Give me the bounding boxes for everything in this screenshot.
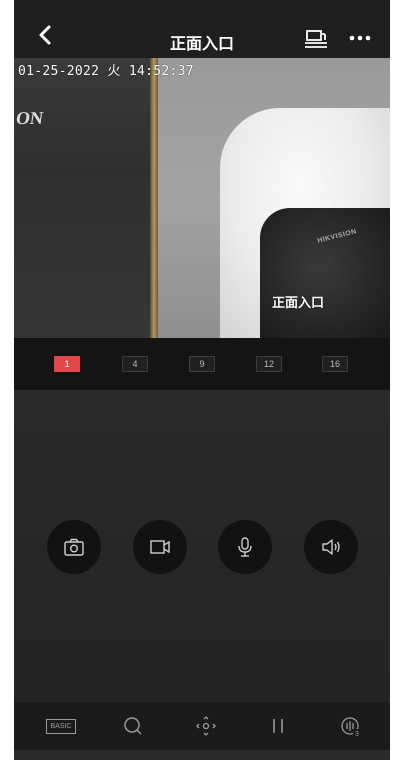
window-split-selector: 1 4 9 12 16 [14, 338, 390, 390]
split-option-12[interactable]: 12 [256, 356, 282, 372]
split-option-1[interactable]: 1 [54, 356, 80, 372]
more-button[interactable] [348, 30, 372, 44]
phone-screen: 正面入口 HIKVISION ON 01-25-2022 火 14:52:37 … [14, 0, 390, 760]
audio-channel-button[interactable]: 3 [338, 714, 364, 738]
controls-panel [14, 390, 390, 702]
split-option-16[interactable]: 16 [322, 356, 348, 372]
osd-channel-name: 正面入口 [272, 296, 325, 311]
more-dots-icon [349, 35, 371, 41]
multiscreen-icon [305, 30, 327, 48]
page-title: 正面入口 [169, 34, 234, 53]
microphone-icon [238, 537, 252, 557]
snapshot-button[interactable] [47, 520, 101, 574]
header-bar: 正面入口 [14, 0, 390, 58]
ptz-icon [196, 716, 216, 736]
split-option-4[interactable]: 4 [122, 356, 148, 372]
speaker-icon [322, 539, 340, 555]
pause-icon [273, 719, 283, 733]
camera-dome [260, 208, 390, 338]
search-icon [124, 717, 142, 735]
basic-quality-button[interactable]: BASIC [46, 719, 76, 734]
audio-button[interactable] [304, 520, 358, 574]
talk-button[interactable] [218, 520, 272, 574]
camera-snapshot-icon [64, 538, 84, 556]
bottom-toolbar: BASIC 3 [14, 702, 390, 750]
search-button[interactable] [121, 714, 145, 738]
multiscreen-button[interactable] [304, 28, 328, 50]
bottom-strip [14, 750, 390, 760]
pause-button[interactable] [266, 714, 290, 738]
record-button[interactable] [133, 520, 187, 574]
video-pole [150, 58, 158, 338]
live-video-view[interactable]: HIKVISION ON 01-25-2022 火 14:52:37 正面入口 [14, 58, 390, 338]
split-option-9[interactable]: 9 [189, 356, 215, 372]
osd-timestamp: 01-25-2022 火 14:52:37 [18, 64, 194, 79]
video-wall-surface [14, 58, 152, 338]
video-record-icon [150, 540, 170, 554]
ptz-button[interactable] [194, 714, 218, 738]
svg-text:3: 3 [355, 731, 359, 738]
audio-channel-icon: 3 [341, 717, 361, 738]
wall-text: ON [14, 108, 45, 128]
